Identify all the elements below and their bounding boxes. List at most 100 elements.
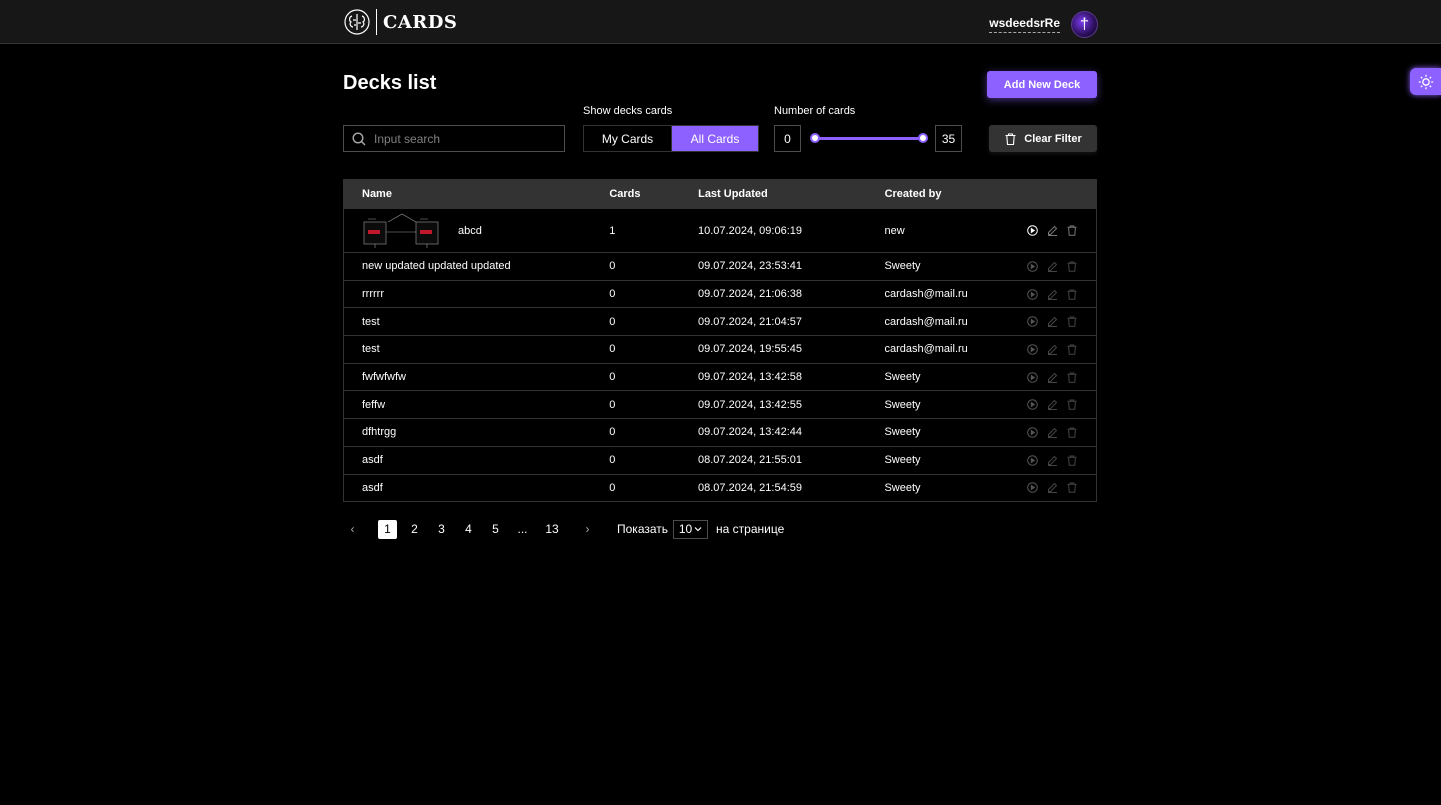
deck-name: feffw (362, 398, 386, 411)
play-icon[interactable] (1026, 316, 1038, 328)
trash-icon[interactable] (1066, 426, 1078, 438)
user-menu[interactable]: wsdeedsrRe † (989, 11, 1098, 38)
deck-cards-count: 0 (609, 260, 616, 273)
deck-name-cell[interactable]: feffw (344, 399, 591, 411)
table-row[interactable]: asdf 0 08.07.2024, 21:54:59 Sweety (344, 473, 1096, 502)
page-button-5[interactable]: 5 (486, 520, 505, 539)
deck-cards-count: 1 (609, 224, 616, 237)
search-field[interactable] (343, 125, 565, 152)
add-new-deck-button[interactable]: Add New Deck (987, 71, 1097, 98)
deck-cards-count: 0 (609, 288, 616, 301)
trash-icon[interactable] (1066, 225, 1078, 237)
trash-icon[interactable] (1066, 343, 1078, 355)
deck-name-cell[interactable]: asdf (344, 482, 591, 494)
table-row[interactable]: rrrrrr 0 09.07.2024, 21:06:38 cardash@mail.… (344, 279, 1096, 308)
deck-name: test (362, 343, 380, 356)
edit-icon[interactable] (1046, 426, 1058, 438)
deck-last-updated: 08.07.2024, 21:54:59 (698, 481, 802, 494)
table-row[interactable]: asdf 0 08.07.2024, 21:55:01 Sweety (344, 445, 1096, 474)
deck-cover-image (362, 212, 442, 250)
user-name[interactable]: wsdeedsrRe (989, 16, 1060, 33)
tab-my-cards[interactable]: My Cards (584, 126, 671, 151)
tab-all-cards[interactable]: All Cards (671, 126, 758, 151)
deck-name-cell[interactable]: test (344, 316, 591, 328)
cards-range-slider[interactable] (810, 133, 928, 143)
search-input[interactable] (374, 131, 554, 146)
min-cards-value[interactable]: 0 (774, 125, 801, 152)
sun-icon (1418, 74, 1434, 90)
column-header-created-by[interactable]: Created by (867, 188, 1027, 200)
page-button-4[interactable]: 4 (459, 520, 478, 539)
play-icon[interactable] (1026, 288, 1038, 300)
table-row[interactable]: fwfwfwfw 0 09.07.2024, 13:42:58 Sweety (344, 362, 1096, 391)
deck-name-cell[interactable]: fwfwfwfw (344, 371, 591, 383)
page-button-2[interactable]: 2 (405, 520, 424, 539)
column-header-cards[interactable]: Cards (591, 188, 680, 200)
table-row[interactable]: new updated updated updated 0 09.07.2024, … (344, 252, 1096, 280)
edit-icon[interactable] (1046, 371, 1058, 383)
deck-last-updated: 09.07.2024, 23:53:41 (698, 260, 802, 273)
table-row[interactable]: test 0 09.07.2024, 19:55:45 cardash@mail.ru (344, 335, 1096, 363)
deck-name-cell[interactable]: abcd (344, 212, 591, 250)
play-icon[interactable] (1026, 399, 1038, 411)
max-cards-value[interactable]: 35 (935, 125, 962, 152)
deck-last-updated: 09.07.2024, 13:42:58 (698, 371, 802, 384)
column-header-last-updated[interactable]: Last Updated (680, 188, 866, 200)
trash-icon[interactable] (1066, 454, 1078, 466)
edit-icon[interactable] (1046, 343, 1058, 355)
slider-max-thumb[interactable] (918, 133, 928, 143)
avatar[interactable]: † (1071, 11, 1098, 38)
deck-name-cell[interactable]: test (344, 343, 591, 355)
prev-page-button[interactable]: ‹ (343, 520, 362, 539)
trash-icon[interactable] (1066, 399, 1078, 411)
edit-icon[interactable] (1046, 316, 1058, 328)
table-row[interactable]: feffw 0 09.07.2024, 13:42:55 Sweety (344, 390, 1096, 418)
deck-created-by: Sweety (884, 454, 921, 467)
slider-min-thumb[interactable] (810, 133, 820, 143)
deck-cards-count: 0 (609, 454, 616, 467)
table-row[interactable]: test 0 09.07.2024, 21:04:57 cardash@mail.ru (344, 307, 1096, 335)
deck-name-cell[interactable]: asdf (344, 454, 591, 466)
edit-icon[interactable] (1046, 288, 1058, 300)
edit-icon[interactable] (1046, 225, 1058, 237)
clear-filter-button[interactable]: Clear Filter (989, 125, 1097, 152)
edit-icon[interactable] (1046, 482, 1058, 494)
deck-name-cell[interactable]: new updated updated updated (344, 260, 591, 272)
trash-icon[interactable] (1066, 288, 1078, 300)
trash-icon[interactable] (1066, 371, 1078, 383)
theme-toggle-button[interactable] (1410, 68, 1441, 95)
deck-name-cell[interactable]: dfhtrgg (344, 426, 591, 438)
play-icon[interactable] (1026, 482, 1038, 494)
deck-created-by: Sweety (884, 260, 921, 273)
column-header-name[interactable]: Name (344, 188, 591, 200)
page-button-1[interactable]: 1 (378, 519, 397, 539)
trash-icon[interactable] (1066, 260, 1078, 272)
edit-icon[interactable] (1046, 399, 1058, 411)
table-row[interactable]: abcd 1 10.07.2024, 09:06:19 new (344, 208, 1096, 252)
table-row[interactable]: dfhtrgg 0 09.07.2024, 13:42:44 Sweety (344, 418, 1096, 446)
page-button-13[interactable]: 13 (540, 520, 564, 539)
deck-actions (1026, 426, 1096, 438)
trash-icon[interactable] (1066, 482, 1078, 494)
deck-created-by: cardash@mail.ru (884, 288, 968, 301)
next-page-button[interactable]: › (578, 520, 597, 539)
deck-name: new updated updated updated (362, 260, 511, 273)
logo[interactable]: CARDS (342, 7, 457, 37)
deck-last-updated: 08.07.2024, 21:55:01 (698, 454, 802, 467)
deck-cards-count: 0 (609, 398, 616, 411)
deck-actions (1026, 260, 1096, 272)
deck-actions (1026, 399, 1096, 411)
play-icon[interactable] (1026, 371, 1038, 383)
play-icon[interactable] (1026, 454, 1038, 466)
deck-actions (1026, 316, 1096, 328)
play-icon[interactable] (1026, 426, 1038, 438)
play-icon[interactable] (1026, 343, 1038, 355)
play-icon[interactable] (1026, 260, 1038, 272)
edit-icon[interactable] (1046, 260, 1058, 272)
trash-icon[interactable] (1066, 316, 1078, 328)
play-icon[interactable] (1026, 225, 1038, 237)
edit-icon[interactable] (1046, 454, 1058, 466)
page-button-3[interactable]: 3 (432, 520, 451, 539)
per-page-select[interactable]: 10 (673, 519, 709, 539)
deck-name-cell[interactable]: rrrrrr (344, 288, 591, 300)
